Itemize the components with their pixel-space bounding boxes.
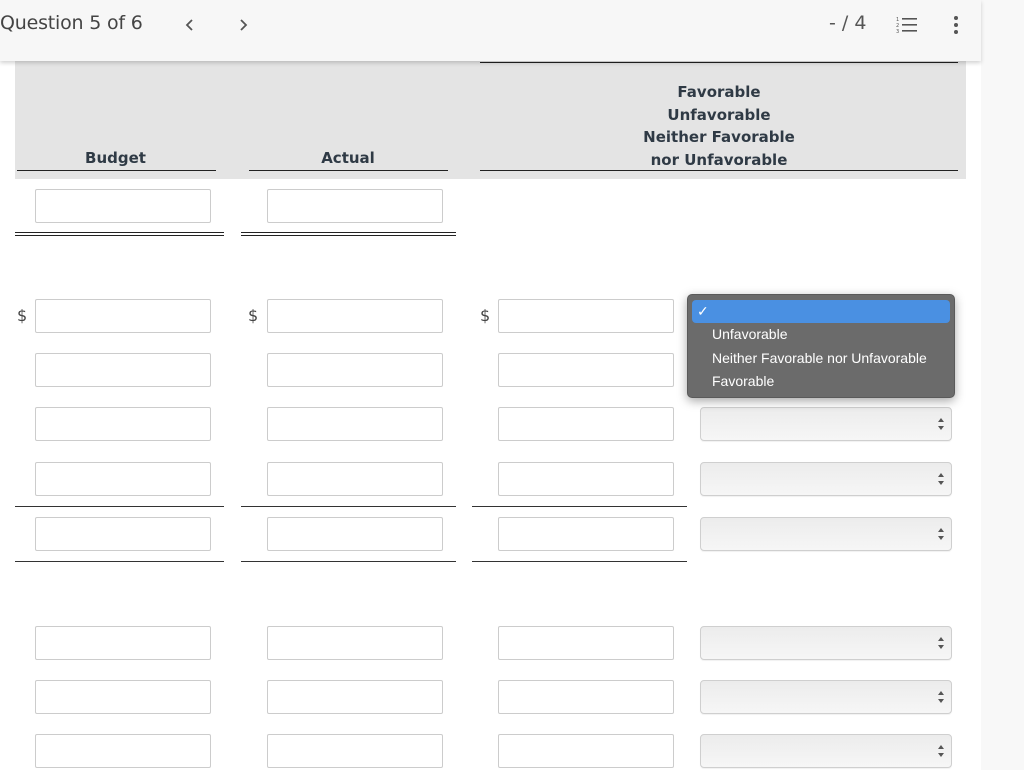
chevron-left-icon (185, 19, 193, 31)
difference-input[interactable] (498, 407, 674, 441)
option-label: Neither Favorable nor Unfavorable (712, 350, 927, 366)
currency-symbol: $ (480, 306, 491, 325)
question-counter: Question 5 of 6 (0, 12, 143, 34)
total-rule (472, 561, 687, 562)
header-underline-actual (249, 170, 448, 171)
difference-input[interactable] (498, 462, 674, 496)
select-arrows-icon (938, 528, 944, 540)
more-options-button[interactable] (950, 15, 962, 35)
chevron-right-icon (240, 19, 248, 31)
double-underline (15, 232, 224, 236)
budget-input[interactable] (35, 517, 211, 551)
header-line: Favorable (677, 83, 761, 101)
difference-input[interactable] (498, 734, 674, 768)
actual-input[interactable] (267, 189, 443, 223)
more-vertical-icon (954, 16, 958, 34)
actual-input[interactable] (267, 680, 443, 714)
subtotal-rule (472, 506, 687, 507)
favorability-dropdown-menu[interactable]: ✓ Unfavorable Neither Favorable nor Unfa… (687, 294, 955, 398)
score-display: - / 4 (829, 12, 867, 34)
currency-symbol: $ (248, 306, 259, 325)
select-arrows-icon (938, 473, 944, 485)
actual-input[interactable] (267, 734, 443, 768)
difference-input[interactable] (498, 299, 674, 333)
previous-question-button[interactable] (180, 14, 200, 36)
total-rule (241, 561, 456, 562)
difference-input[interactable] (498, 626, 674, 660)
budget-input[interactable] (35, 462, 211, 496)
budget-input[interactable] (35, 680, 211, 714)
subtotal-rule (241, 506, 456, 507)
difference-input[interactable] (498, 517, 674, 551)
budget-input[interactable] (35, 626, 211, 660)
select-arrows-icon (938, 745, 944, 757)
checkmark-icon: ✓ (697, 303, 709, 319)
select-arrows-icon (938, 637, 944, 649)
favorability-select[interactable] (700, 462, 952, 496)
header-line: nor Unfavorable (650, 150, 788, 169)
column-header-budget: Budget (85, 149, 146, 167)
select-arrows-icon (938, 418, 944, 430)
column-header-actual: Actual (321, 149, 375, 167)
dropdown-option-unfavorable[interactable]: Unfavorable (692, 323, 950, 345)
subtotal-rule (15, 506, 224, 507)
right-gutter (981, 0, 1024, 770)
header-top-rule (480, 62, 958, 63)
actual-input[interactable] (267, 626, 443, 660)
currency-symbol: $ (17, 306, 28, 325)
next-question-button[interactable] (233, 14, 253, 36)
budget-input[interactable] (35, 353, 211, 387)
budget-input[interactable] (35, 734, 211, 768)
header-underline-budget (17, 170, 216, 171)
budget-input[interactable] (35, 189, 211, 223)
column-header-favorability: Favorable Unfavorable Neither Favorable … (480, 81, 958, 171)
total-rule (15, 561, 224, 562)
favorability-select[interactable] (700, 626, 952, 660)
budget-input[interactable] (35, 407, 211, 441)
favorability-select[interactable] (700, 680, 952, 714)
numbered-list-icon: 1 2 3 (896, 17, 917, 35)
actual-input[interactable] (267, 299, 443, 333)
actual-input[interactable] (267, 353, 443, 387)
actual-input[interactable] (267, 407, 443, 441)
question-header-bar: Question 5 of 6 - / 4 1 2 3 (0, 0, 981, 61)
double-underline (241, 232, 456, 236)
dropdown-option-favorable[interactable]: Favorable (692, 370, 950, 392)
difference-input[interactable] (498, 680, 674, 714)
header-underline-favorability (480, 170, 958, 171)
actual-input[interactable] (267, 462, 443, 496)
option-label: Favorable (712, 373, 775, 389)
budget-input[interactable] (35, 299, 211, 333)
option-label: Unfavorable (712, 326, 788, 342)
select-arrows-icon (938, 691, 944, 703)
header-line: Neither Favorable (643, 128, 795, 146)
question-list-button[interactable]: 1 2 3 (896, 16, 918, 35)
favorability-select[interactable] (700, 734, 952, 768)
difference-input[interactable] (498, 353, 674, 387)
dropdown-option-blank[interactable]: ✓ (692, 300, 950, 323)
svg-text:3: 3 (896, 29, 899, 34)
actual-input[interactable] (267, 517, 443, 551)
favorability-select[interactable] (700, 407, 952, 441)
dropdown-option-neither[interactable]: Neither Favorable nor Unfavorable (692, 347, 950, 369)
favorability-select[interactable] (700, 517, 952, 551)
header-line: Unfavorable (667, 105, 771, 124)
